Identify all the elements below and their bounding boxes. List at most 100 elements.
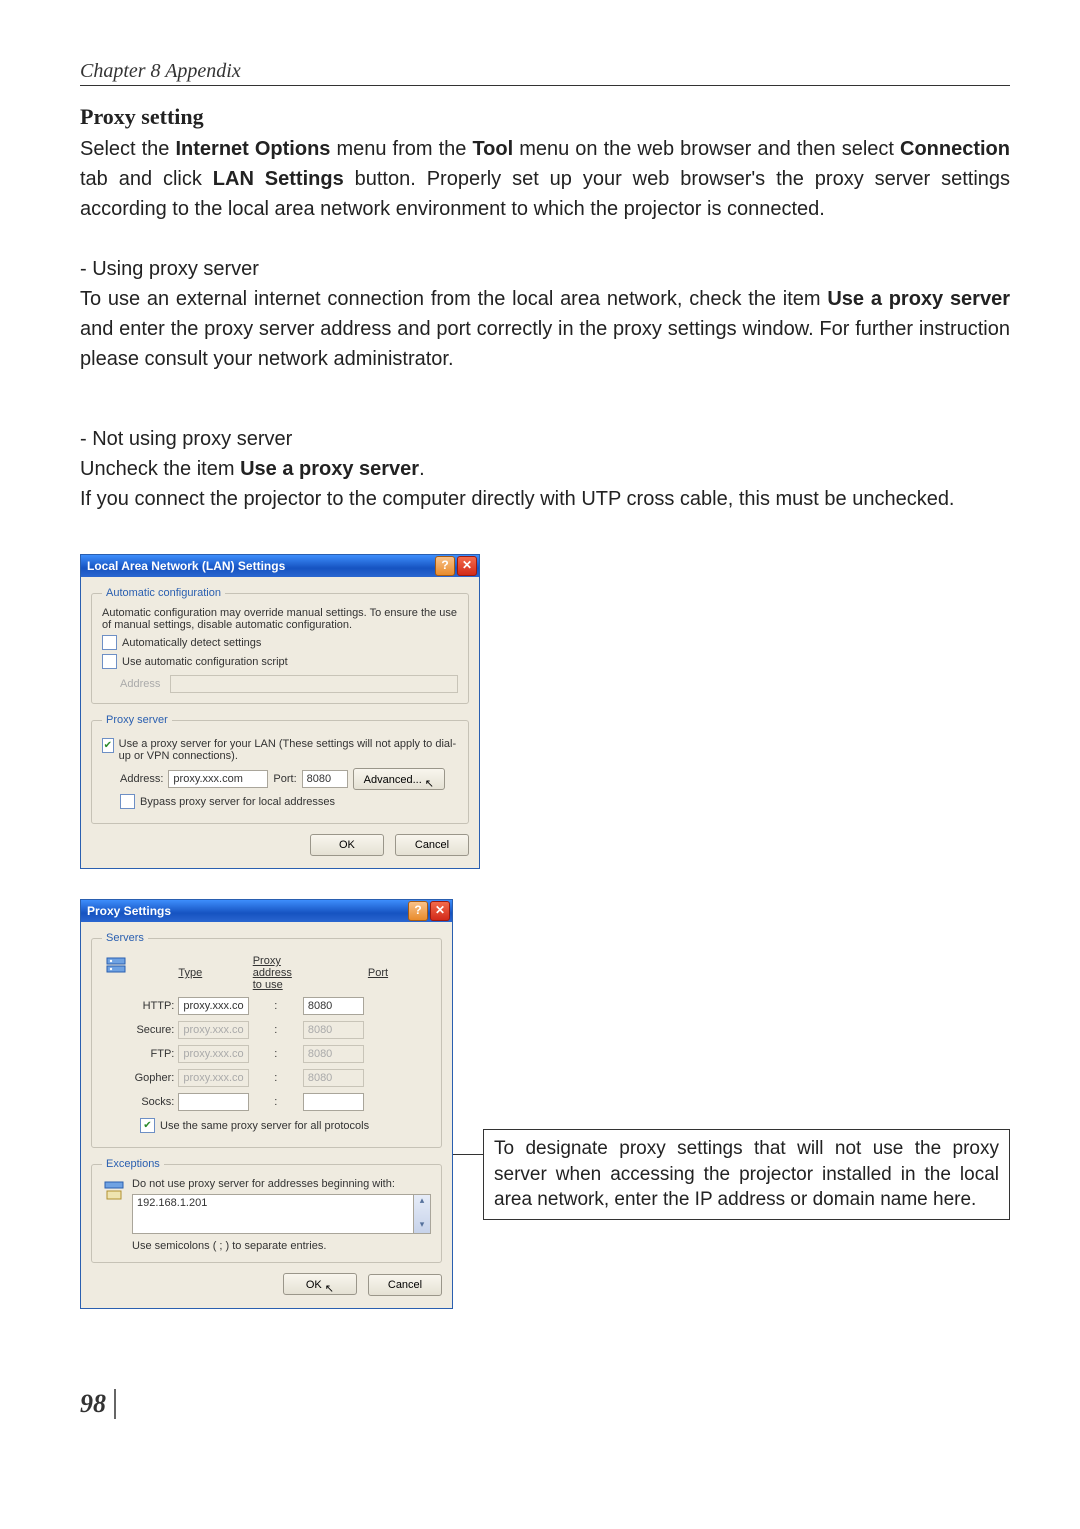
server-row: HTTP:: — [102, 994, 431, 1018]
text: If you connect the projector to the comp… — [80, 488, 955, 510]
lan-ok-button[interactable]: OK — [310, 834, 384, 856]
callout-note: To designate proxy settings that will no… — [483, 1129, 1010, 1220]
close-icon[interactable]: ✕ — [430, 901, 450, 921]
para-using-proxy: To use an external internet connection f… — [80, 284, 1010, 374]
proxy-settings-dialog: Proxy Settings ? ✕ Servers Type Proxy ad… — [80, 899, 453, 1309]
legend-servers: Servers — [102, 932, 148, 944]
text: tab and click — [80, 168, 213, 190]
ps-ok-label: OK — [306, 1279, 322, 1291]
checkbox-same-proxy[interactable]: ✔ — [140, 1118, 155, 1133]
ps-ok-button[interactable]: OK↖ — [283, 1273, 357, 1295]
label-proxy-address: Address: — [120, 773, 163, 785]
group-exceptions: Exceptions Do not use proxy server for a… — [91, 1158, 442, 1263]
hdr-type: Type — [178, 967, 202, 979]
group-proxy-server: Proxy server ✔ Use a proxy server for yo… — [91, 714, 469, 824]
text: and enter the proxy server address and p… — [80, 318, 1010, 370]
colon: : — [251, 1042, 301, 1066]
hdr-addr: Proxy address to use — [253, 955, 292, 991]
colon: : — [251, 1090, 301, 1114]
server-port-input[interactable] — [303, 997, 364, 1015]
help-icon[interactable]: ? — [408, 901, 428, 921]
checkbox-bypass-local[interactable] — [120, 794, 135, 809]
exceptions-textarea[interactable]: 192.168.1.201 — [132, 1194, 414, 1234]
server-port-input[interactable] — [303, 1093, 364, 1111]
para-proxy-intro: Select the Internet Options menu from th… — [80, 134, 1010, 224]
label-proxy-port: Port: — [273, 773, 296, 785]
close-icon[interactable]: ✕ — [457, 556, 477, 576]
scroll-up-icon[interactable]: ▴ — [420, 1195, 425, 1209]
servers-icon — [104, 955, 128, 979]
ps-titlebar[interactable]: Proxy Settings ? ✕ — [81, 900, 452, 922]
label-auto-script: Use automatic configuration script — [122, 656, 288, 668]
subheading-not-using-proxy: - Not using proxy server — [80, 424, 1010, 454]
text-bold: Internet Options — [175, 138, 330, 160]
server-row: Socks:: — [102, 1090, 431, 1114]
server-address-input — [178, 1069, 248, 1087]
legend-proxy-server: Proxy server — [102, 714, 172, 726]
legend-auto-config: Automatic configuration — [102, 587, 225, 599]
auto-config-text: Automatic configuration may override man… — [102, 607, 458, 631]
text-bold: Connection — [900, 138, 1010, 160]
group-auto-config: Automatic configuration Automatic config… — [91, 587, 469, 704]
ps-cancel-button[interactable]: Cancel — [368, 1274, 442, 1296]
group-servers: Servers Type Proxy address to use Port H… — [91, 932, 442, 1148]
legend-exceptions: Exceptions — [102, 1158, 164, 1170]
server-row: Secure:: — [102, 1018, 431, 1042]
exceptions-label: Do not use proxy server for addresses be… — [132, 1178, 431, 1190]
page-number: 98 — [80, 1389, 116, 1419]
text-bold: Use a proxy server — [827, 288, 1010, 310]
lan-titlebar[interactable]: Local Area Network (LAN) Settings ? ✕ — [81, 555, 479, 577]
cursor-icon: ↖ — [325, 1282, 334, 1295]
hdr-port: Port — [368, 967, 388, 979]
label-bypass-local: Bypass proxy server for local addresses — [140, 796, 335, 808]
cursor-icon: ↖ — [425, 777, 434, 790]
server-address-input — [178, 1045, 248, 1063]
exceptions-hint: Use semicolons ( ; ) to separate entries… — [132, 1240, 431, 1252]
checkbox-auto-detect[interactable] — [102, 635, 117, 650]
checkbox-use-proxy[interactable]: ✔ — [102, 738, 114, 753]
help-icon[interactable]: ? — [435, 556, 455, 576]
checkbox-auto-script[interactable] — [102, 654, 117, 669]
input-proxy-port[interactable] — [302, 770, 348, 788]
text: Uncheck the item — [80, 458, 240, 480]
label-same-proxy: Use the same proxy server for all protoc… — [160, 1120, 369, 1132]
text-bold: Use a proxy server — [240, 458, 419, 480]
text: menu on the web browser and then select — [513, 138, 900, 160]
section-heading-proxy: Proxy setting — [80, 104, 1010, 130]
colon: : — [251, 1018, 301, 1042]
input-proxy-address[interactable] — [168, 770, 268, 788]
lan-settings-dialog: Local Area Network (LAN) Settings ? ✕ Au… — [80, 554, 480, 869]
text: . — [419, 458, 425, 480]
text-bold: Tool — [472, 138, 513, 160]
server-port-input — [303, 1069, 364, 1087]
server-address-input — [178, 1021, 248, 1039]
text: Select the — [80, 138, 175, 160]
text: To use an external internet connection f… — [80, 288, 827, 310]
server-address-input[interactable] — [178, 1093, 248, 1111]
para-not-using-proxy: Uncheck the item Use a proxy server. If … — [80, 454, 1010, 514]
input-script-address — [170, 675, 458, 693]
scrollbar[interactable]: ▴ ▾ — [414, 1194, 431, 1234]
lan-cancel-button[interactable]: Cancel — [395, 834, 469, 856]
server-row: Gopher:: — [102, 1066, 431, 1090]
server-type: FTP: — [102, 1042, 176, 1066]
colon: : — [251, 1066, 301, 1090]
advanced-button-label: Advanced... — [364, 774, 422, 786]
text: menu from the — [330, 138, 472, 160]
scroll-down-icon[interactable]: ▾ — [420, 1219, 425, 1233]
chapter-header: Chapter 8 Appendix — [80, 60, 241, 82]
lan-title: Local Area Network (LAN) Settings — [87, 559, 433, 573]
server-port-input — [303, 1021, 364, 1039]
server-type: Socks: — [102, 1090, 176, 1114]
label-auto-detect: Automatically detect settings — [122, 637, 261, 649]
server-type: HTTP: — [102, 994, 176, 1018]
ps-title: Proxy Settings — [87, 904, 406, 918]
label-use-proxy: Use a proxy server for your LAN (These s… — [119, 738, 458, 762]
subheading-using-proxy: - Using proxy server — [80, 254, 1010, 284]
server-type: Secure: — [102, 1018, 176, 1042]
server-address-input[interactable] — [178, 997, 248, 1015]
server-type: Gopher: — [102, 1066, 176, 1090]
colon: : — [251, 994, 301, 1018]
advanced-button[interactable]: Advanced...↖ — [353, 768, 445, 790]
label-script-address: Address — [120, 678, 170, 690]
